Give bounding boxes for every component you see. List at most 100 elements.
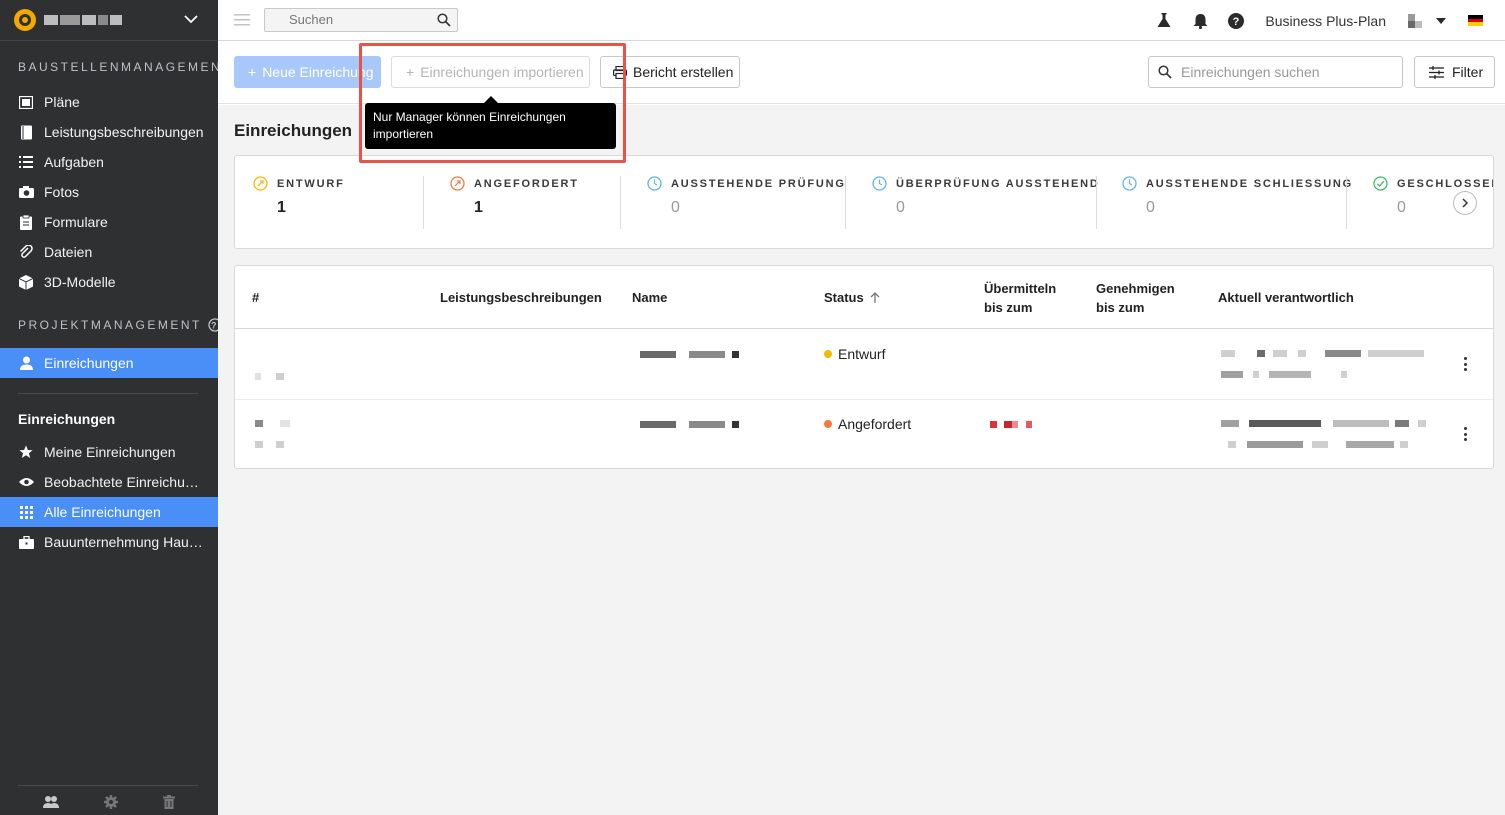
sidebar-item-fotos[interactable]: Fotos (0, 177, 218, 207)
redacted-number (280, 420, 290, 427)
cube-icon (18, 274, 34, 290)
filter-button[interactable]: Filter (1414, 56, 1495, 88)
requested-status-icon (450, 176, 465, 191)
status-badge: Angefordert (824, 416, 911, 432)
stat-angefordert[interactable]: ANGEFORDERT 1 (450, 176, 579, 229)
stat-separator (620, 176, 621, 229)
stat-ausstehende-schliessung[interactable]: AUSSTEHENDE SCHLIESSUNG 0 (1122, 176, 1353, 229)
redacted-responsible (1346, 441, 1394, 448)
org-name-redacted (44, 15, 122, 25)
eye-icon (18, 474, 34, 490)
col-header-number[interactable]: # (252, 288, 259, 307)
caret-down-icon[interactable] (1432, 12, 1450, 30)
col-header-status[interactable]: Status (824, 288, 880, 307)
gear-icon[interactable] (103, 795, 118, 809)
svg-text:?: ? (1233, 16, 1240, 28)
arrow-up-icon (870, 292, 880, 303)
redacted-responsible (1221, 350, 1235, 357)
sidebar-item-3d-modelle[interactable]: 3D-Modelle (0, 267, 218, 297)
sidebar-item-dateien[interactable]: Dateien (0, 237, 218, 267)
camera-icon (18, 184, 34, 200)
search-icon (1158, 65, 1172, 79)
stat-separator (423, 176, 424, 229)
redacted-responsible (1400, 441, 1408, 448)
sidebar-item-leistungsbeschreibungen[interactable]: Leistungsbeschreibungen (0, 117, 218, 147)
bell-icon[interactable] (1191, 12, 1209, 30)
highlight-box (359, 43, 626, 163)
redacted-responsible (1247, 441, 1303, 448)
sidebar-item-aufgaben[interactable]: Aufgaben (0, 147, 218, 177)
redacted-date (990, 421, 997, 428)
avatar[interactable] (1406, 12, 1424, 30)
redacted-number (255, 420, 263, 427)
clipboard-icon (18, 214, 34, 230)
hamburger-menu-icon[interactable] (234, 13, 250, 27)
stat-separator (845, 176, 846, 229)
company-logo-icon (14, 9, 36, 31)
chevron-down-icon[interactable] (184, 12, 198, 26)
col-header-approve-by[interactable]: Genehmigen bis zum (1096, 279, 1175, 317)
redacted-date (1004, 421, 1012, 428)
row-divider (235, 399, 1493, 400)
sidebar-item-bauunternehmung[interactable]: Bauunternehmung Hausb... (0, 527, 218, 557)
clock-icon (1122, 176, 1137, 191)
redacted-responsible (1273, 350, 1287, 357)
redacted-name (689, 421, 725, 428)
sidebar-item-alle-einreichungen[interactable]: Alle Einreichungen (0, 497, 218, 527)
row-menu-icon[interactable] (1464, 357, 1468, 371)
status-dot (824, 350, 832, 358)
sidebar-footer (0, 795, 218, 809)
redacted-name (689, 351, 725, 358)
check-circle-icon (1373, 176, 1388, 191)
briefcase-icon (18, 534, 34, 550)
stat-entwurf[interactable]: ENTWURF 1 (253, 176, 345, 229)
stats-next-button[interactable] (1453, 191, 1477, 215)
redacted-number (255, 441, 263, 448)
row-menu-icon[interactable] (1464, 427, 1468, 441)
top-bar: Suchen ? Business Plus-Plan (218, 0, 1505, 41)
search-icon (437, 13, 451, 27)
redacted-name (732, 351, 739, 358)
users-icon[interactable] (42, 795, 59, 809)
redacted-responsible (1325, 350, 1361, 357)
sidebar-heading-einreichungen: Einreichungen (18, 411, 116, 427)
org-switcher[interactable] (0, 0, 218, 41)
page-title: Einreichungen (234, 121, 353, 140)
redacted-responsible (1249, 420, 1321, 427)
draft-status-icon (253, 176, 268, 191)
submissions-search-input[interactable]: Einreichungen suchen (1148, 56, 1403, 88)
col-header-name[interactable]: Name (632, 288, 667, 307)
sidebar-item-formulare[interactable]: Formulare (0, 207, 218, 237)
sidebar-item-plaene[interactable]: Pläne (0, 87, 218, 117)
help-icon[interactable]: ? (1227, 12, 1245, 30)
plan-label[interactable]: Business Plus-Plan (1265, 13, 1386, 29)
redacted-responsible (1312, 441, 1328, 448)
redacted-responsible (1221, 420, 1239, 427)
redacted-responsible (1333, 420, 1389, 427)
status-badge: Entwurf (824, 346, 885, 362)
redacted-responsible (1418, 420, 1426, 427)
person-icon (18, 355, 34, 371)
col-header-submit-by[interactable]: Übermitteln bis zum (984, 279, 1056, 317)
sidebar-bottom-divider (18, 785, 198, 786)
redacted-responsible (1253, 371, 1259, 378)
status-summary: ENTWURF 1 ANGEFORDERT 1 AUSSTEHENDE PRÜF… (234, 155, 1494, 249)
beaker-icon[interactable] (1155, 12, 1173, 30)
stat-ausstehende-pruefung[interactable]: AUSSTEHENDE PRÜFUNG 0 (647, 176, 846, 229)
stat-ueberpruefung-ausstehend[interactable]: ÜBERPRÜFUNG AUSSTEHEND 0 (872, 176, 1100, 229)
redacted-date (1012, 421, 1018, 428)
german-flag-icon[interactable] (1468, 15, 1483, 27)
redacted-responsible (1341, 371, 1347, 378)
redacted-name (640, 421, 676, 428)
sidebar-item-einreichungen[interactable]: Einreichungen (0, 348, 218, 378)
trash-icon[interactable] (163, 795, 176, 809)
redacted-responsible (1257, 350, 1265, 357)
sidebar-item-meine-einreichungen[interactable]: Meine Einreichungen (0, 437, 218, 467)
redacted-responsible (1395, 420, 1409, 427)
sidebar-item-beobachtete-einreichungen[interactable]: Beobachtete Einreichung... (0, 467, 218, 497)
col-header-specs[interactable]: Leistungsbeschreibungen (440, 288, 602, 307)
redacted-number (276, 441, 284, 448)
redacted-name (640, 351, 676, 358)
global-search-input[interactable]: Suchen (264, 8, 458, 32)
col-header-responsible[interactable]: Aktuell verantwortlich (1218, 288, 1354, 307)
